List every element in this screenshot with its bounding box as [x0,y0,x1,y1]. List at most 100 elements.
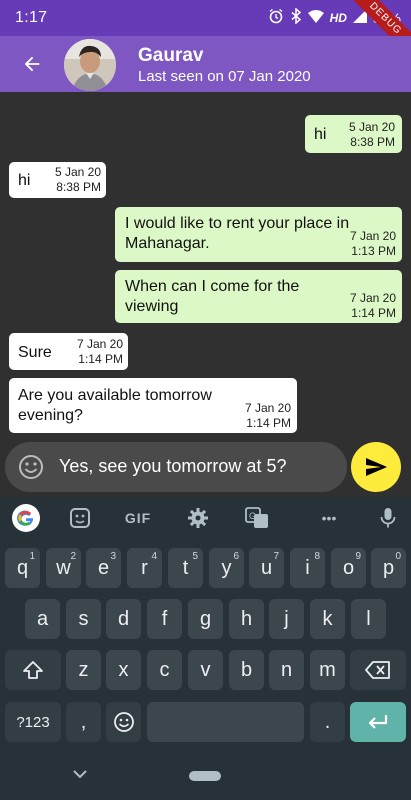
key-hint: 7 [273,551,279,562]
key-n[interactable]: n [269,650,304,690]
key-l[interactable]: l [351,599,386,639]
message-bubble-outgoing[interactable]: I would like to rent your place in Mahan… [115,207,402,262]
key-label: t [182,556,189,579]
settings-icon[interactable] [184,506,212,530]
key-c[interactable]: c [147,650,182,690]
key-i[interactable]: i8 [290,548,325,588]
backspace-icon [365,661,390,679]
chat-list[interactable]: hi 5 Jan 20 8:38 PM hi 5 Jan 20 8:38 PM … [0,92,411,437]
app-bar: Gaurav Last seen on 07 Jan 2020 [0,36,411,92]
message-time: 1:13 PM [351,244,396,258]
key-label: i [305,556,310,579]
message-bubble-incoming[interactable]: hi 5 Jan 20 8:38 PM [9,162,106,198]
last-seen-label: Last seen on 07 Jan 2020 [138,68,311,85]
key-hint: 0 [395,551,401,562]
key-h[interactable]: h [229,599,264,639]
translate-icon[interactable]: G [242,506,272,530]
sticker-icon[interactable] [66,506,94,530]
key-label: p [382,556,395,579]
key-b[interactable]: b [229,650,264,690]
key-label: y [221,556,232,579]
keyboard-toolbar: GIF G ••• [0,497,411,539]
space-key[interactable] [147,702,304,742]
comma-key[interactable]: , [66,702,101,742]
status-time: 1:17 [15,9,48,26]
message-bubble-outgoing[interactable]: When can I come for the viewing 7 Jan 20… [115,270,402,323]
period-key[interactable]: . [310,702,345,742]
key-label: e [97,556,110,579]
key-hint: 3 [110,551,116,562]
key-u[interactable]: u7 [249,548,284,588]
shift-key[interactable] [5,650,61,690]
message-time: 8:38 PM [56,180,101,194]
contact-name: Gaurav [138,45,204,66]
message-date: 7 Jan 20 [349,291,396,305]
key-o[interactable]: o9 [331,548,366,588]
contact-avatar[interactable] [64,39,116,91]
key-hint: 8 [314,551,320,562]
key-v[interactable]: v [188,650,223,690]
key-a[interactable]: a [25,599,60,639]
key-t[interactable]: t5 [168,548,203,588]
backspace-key[interactable] [350,650,406,690]
svg-text:G: G [249,511,256,521]
message-date: 7 Jan 20 [244,401,291,415]
network-type-label: HD [329,10,347,25]
key-s[interactable]: s [66,599,101,639]
enter-icon [368,715,388,729]
key-p[interactable]: p0 [371,548,406,588]
key-k[interactable]: k [310,599,345,639]
alarm-icon [268,8,284,27]
key-g[interactable]: g [188,599,223,639]
key-q[interactable]: q1 [5,548,40,588]
shift-icon [23,661,43,679]
status-bar: 1:17 HD 89% DEBUG [0,0,411,61]
key-e[interactable]: e3 [86,548,121,588]
key-w[interactable]: w2 [46,548,81,588]
emoji-button[interactable] [17,453,45,481]
message-time: 1:14 PM [351,306,396,320]
message-text: hi [314,126,327,143]
symbols-key[interactable]: ?123 [5,702,61,742]
key-r[interactable]: r4 [127,548,162,588]
key-y[interactable]: y6 [209,548,244,588]
key-x[interactable]: x [106,650,141,690]
key-hint: 2 [70,551,76,562]
gif-button[interactable]: GIF [120,506,156,530]
microphone-icon[interactable] [376,506,400,530]
nav-home-pill[interactable] [189,771,221,781]
message-text: hi [18,172,31,189]
key-label: w [56,556,71,579]
message-bubble-incoming[interactable]: Sure 7 Jan 20 1:14 PM [9,333,128,370]
message-date: 5 Jan 20 [348,120,395,134]
key-j[interactable]: j [269,599,304,639]
message-text: When can I come for the viewing [125,278,300,315]
message-time: 1:14 PM [78,352,123,366]
message-composer[interactable]: Yes, see you tomorrow at 5? [5,442,347,492]
key-d[interactable]: d [106,599,141,639]
message-date: 7 Jan 20 [349,229,396,243]
chevron-down-icon [73,770,87,779]
key-hint: 4 [151,551,157,562]
more-options-icon[interactable]: ••• [314,506,344,530]
key-label: q [16,556,29,579]
key-hint: 5 [192,551,198,562]
enter-key[interactable] [350,702,406,742]
key-z[interactable]: z [66,650,101,690]
back-button[interactable] [18,50,46,78]
key-hint: 1 [29,551,35,562]
message-bubble-outgoing[interactable]: hi 5 Jan 20 8:38 PM [305,115,402,153]
key-label: o [342,556,355,579]
wifi-icon [307,9,324,26]
key-hint: 9 [355,551,361,562]
emoji-key[interactable] [106,702,141,742]
nav-back-button[interactable] [72,767,88,785]
message-input[interactable]: Yes, see you tomorrow at 5? [59,456,286,477]
key-m[interactable]: m [310,650,345,690]
message-bubble-incoming[interactable]: Are you available tomorrow evening? 7 Ja… [9,378,297,433]
keyboard: GIF G ••• q1 w2 e3 r4 t5 y6 u7 i8 o9 p0 … [0,497,411,755]
google-icon[interactable] [10,504,42,532]
send-button[interactable] [351,442,401,492]
key-f[interactable]: f [147,599,182,639]
bluetooth-icon [290,7,302,27]
